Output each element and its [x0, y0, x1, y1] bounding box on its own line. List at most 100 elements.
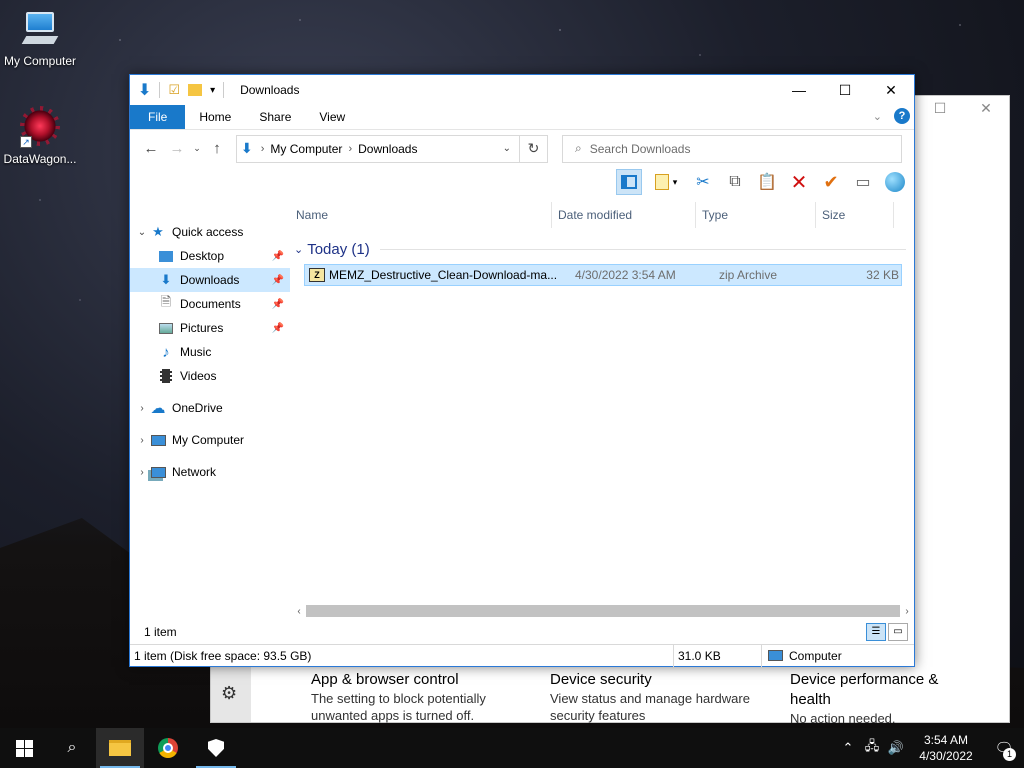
cloud-icon: ☁: [150, 400, 166, 417]
nav-music[interactable]: ♪ Music: [130, 340, 290, 364]
nav-my-computer[interactable]: › My Computer: [130, 428, 290, 452]
expand-chevron-icon[interactable]: ›: [134, 467, 150, 478]
cut-icon[interactable]: ✂: [690, 169, 716, 195]
expand-chevron-icon[interactable]: ⌄: [134, 227, 150, 238]
refresh-button[interactable]: ↻: [520, 134, 548, 163]
title-bar[interactable]: ⬇ ☑ ▾ Downloads — ☐ ✕: [130, 75, 914, 105]
group-header-today[interactable]: ⌄ Today (1): [290, 238, 914, 260]
forward-button[interactable]: →: [164, 140, 190, 157]
desktop-icon-my-computer[interactable]: My Computer: [0, 10, 80, 68]
security-card-device-security[interactable]: Device security View status and manage h…: [550, 670, 770, 724]
file-explorer-window[interactable]: ⬇ ☑ ▾ Downloads — ☐ ✕ File Home Share Vi…: [129, 74, 915, 667]
pin-icon[interactable]: 📌: [272, 251, 284, 262]
pin-icon[interactable]: 📌: [272, 275, 284, 286]
volume-icon[interactable]: 🔊: [884, 740, 908, 756]
nav-desktop[interactable]: Desktop 📌: [130, 244, 290, 268]
copy-icon[interactable]: ⧉: [722, 169, 748, 195]
tab-file[interactable]: File: [130, 105, 186, 129]
search-button[interactable]: ⌕: [48, 728, 96, 768]
security-window-controls: ☐ ✕: [917, 96, 1009, 120]
status-bar: 1 item ☰ ▭: [130, 620, 914, 644]
column-header-date[interactable]: Date modified: [552, 202, 696, 228]
expand-ribbon-chevron-icon[interactable]: ⌄: [873, 110, 882, 123]
taskbar-chrome[interactable]: [144, 728, 192, 768]
document-icon: 🗎: [160, 294, 172, 309]
details-view-button[interactable]: ☰: [866, 623, 886, 641]
pin-icon[interactable]: 📌: [272, 323, 284, 334]
nav-quick-access[interactable]: ⌄ ★ Quick access: [130, 220, 290, 244]
file-list-pane[interactable]: Name Date modified Type Size ⌄ Today (1)…: [290, 202, 914, 618]
scroll-left-icon[interactable]: ‹: [292, 606, 306, 617]
nav-documents[interactable]: 🗎 Documents 📌: [130, 292, 290, 316]
start-button[interactable]: [0, 728, 48, 768]
clock[interactable]: 3:54 AM 4/30/2022: [908, 732, 984, 764]
minimize-button[interactable]: —: [776, 75, 822, 105]
maximize-icon[interactable]: ☐: [917, 96, 963, 120]
scroll-right-icon[interactable]: ›: [900, 606, 914, 617]
back-button[interactable]: ←: [138, 140, 164, 157]
security-card-app-browser[interactable]: App & browser control The setting to blo…: [311, 670, 531, 724]
location-info: Computer: [762, 645, 914, 667]
close-button[interactable]: ✕: [868, 75, 914, 105]
close-icon[interactable]: ✕: [963, 96, 1009, 120]
security-card-performance[interactable]: Device performance & health No action ne…: [790, 670, 970, 727]
chevron-right-icon[interactable]: ›: [261, 143, 265, 155]
network-icon[interactable]: 🖧: [860, 737, 884, 759]
address-dropdown-icon[interactable]: ⌄: [503, 143, 511, 154]
recent-locations-chevron-icon[interactable]: ⌄: [190, 143, 204, 154]
search-icon: ⌕: [67, 739, 77, 756]
tab-home[interactable]: Home: [185, 105, 245, 129]
taskbar-file-explorer[interactable]: [96, 728, 144, 768]
nav-network[interactable]: › Network: [130, 460, 290, 484]
customize-qa-chevron-icon[interactable]: ▾: [210, 85, 215, 96]
column-header-name[interactable]: Name: [290, 202, 552, 228]
search-box[interactable]: ⌕: [562, 134, 902, 163]
up-button[interactable]: ↑: [204, 140, 230, 157]
address-bar[interactable]: ⬇ › My Computer › Downloads ⌄: [236, 134, 520, 163]
nav-videos[interactable]: Videos: [130, 364, 290, 388]
paste-icon[interactable]: 📋: [754, 169, 780, 195]
preview-pane-button[interactable]: [616, 169, 642, 195]
nav-pictures[interactable]: Pictures 📌: [130, 316, 290, 340]
large-icons-view-button[interactable]: ▭: [888, 623, 908, 641]
download-arrow-icon: ⬇: [138, 82, 152, 99]
search-input[interactable]: [589, 141, 870, 156]
globe-icon[interactable]: [882, 169, 908, 195]
file-name: MEMZ_Destructive_Clean-Download-ma...: [329, 268, 558, 282]
new-folder-icon[interactable]: [188, 84, 203, 96]
action-center-button[interactable]: 🗨 1: [984, 739, 1024, 761]
nav-onedrive[interactable]: › ☁ OneDrive: [130, 396, 290, 420]
window-controls: — ☐ ✕: [776, 75, 914, 105]
breadcrumb-my-computer[interactable]: My Computer: [270, 142, 342, 156]
scrollbar-thumb[interactable]: [306, 605, 900, 617]
horizontal-scrollbar[interactable]: ‹ ›: [292, 604, 914, 618]
column-header-size[interactable]: Size: [816, 202, 894, 228]
breadcrumb-downloads[interactable]: Downloads: [358, 142, 417, 156]
taskbar-windows-security[interactable]: [192, 728, 240, 768]
settings-gear-icon[interactable]: ⚙: [221, 683, 237, 704]
chevron-right-icon[interactable]: ›: [348, 143, 352, 155]
properties-icon[interactable]: ☑: [168, 82, 180, 98]
checkmark-icon[interactable]: ✔: [818, 169, 844, 195]
views-button[interactable]: ▾: [648, 169, 684, 195]
desktop-icon-datawagon[interactable]: ↗ DataWagon...: [0, 106, 80, 166]
nav-label: Pictures: [180, 321, 224, 335]
collapse-chevron-icon[interactable]: ⌄: [294, 243, 303, 256]
delete-icon[interactable]: ✕: [786, 169, 812, 195]
maximize-button[interactable]: ☐: [822, 75, 868, 105]
nav-downloads[interactable]: ⬇ Downloads 📌: [130, 268, 290, 292]
rename-icon[interactable]: ▭: [850, 169, 876, 195]
expand-chevron-icon[interactable]: ›: [134, 403, 150, 414]
tab-share[interactable]: Share: [245, 105, 305, 129]
tab-view[interactable]: View: [305, 105, 359, 129]
computer-icon: [150, 432, 166, 448]
explorer-body: ⌄ ★ Quick access Desktop 📌 ⬇ Downloads 📌…: [130, 202, 914, 618]
column-header-type[interactable]: Type: [696, 202, 816, 228]
expand-chevron-icon[interactable]: ›: [134, 435, 150, 446]
nav-label: Quick access: [172, 225, 244, 239]
column-headers: Name Date modified Type Size: [290, 202, 914, 228]
help-icon[interactable]: ?: [894, 108, 910, 124]
show-hidden-icons-chevron-icon[interactable]: ⌃: [836, 740, 860, 756]
file-row[interactable]: Z MEMZ_Destructive_Clean-Download-ma... …: [304, 264, 902, 286]
pin-icon[interactable]: 📌: [272, 299, 284, 310]
